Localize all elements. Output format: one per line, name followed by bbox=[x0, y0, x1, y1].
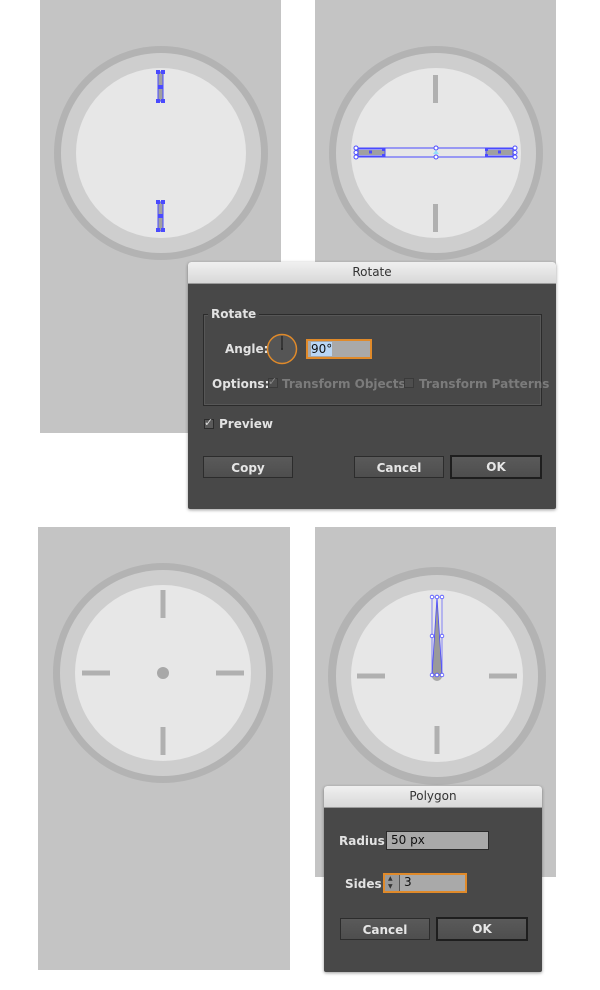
hour-marks-horizontal-selected[interactable] bbox=[353, 145, 518, 160]
transform-objects-label: Transform Objects bbox=[282, 377, 406, 391]
transform-patterns-checkbox[interactable] bbox=[404, 378, 414, 388]
angle-input-value: 90° bbox=[311, 342, 333, 356]
rotate-group bbox=[203, 314, 542, 406]
hour-mark-12 bbox=[160, 590, 166, 618]
hour-mark-9 bbox=[82, 670, 110, 676]
hour-mark-3 bbox=[489, 673, 517, 679]
polygon-cancel-button[interactable]: Cancel bbox=[340, 918, 430, 940]
angle-dial[interactable] bbox=[266, 333, 298, 365]
sides-value: 3 bbox=[404, 875, 412, 889]
hour-mark-3 bbox=[216, 670, 244, 676]
options-label: Options: bbox=[212, 377, 270, 391]
preview-label: Preview bbox=[219, 417, 274, 431]
clock-step-2 bbox=[329, 46, 543, 260]
clock-step-1 bbox=[54, 46, 268, 260]
transform-objects-check-icon: ✓ bbox=[268, 375, 278, 388]
hour-mark-6 bbox=[434, 726, 440, 754]
hour-mark-top bbox=[433, 75, 438, 103]
angle-input[interactable]: 90° bbox=[306, 339, 372, 359]
preview-check-icon: ✓ bbox=[204, 416, 214, 429]
ok-button[interactable]: OK bbox=[450, 455, 542, 479]
sides-label: Sides: bbox=[345, 877, 387, 891]
clock-hand-selected[interactable] bbox=[429, 594, 445, 678]
center-dot bbox=[157, 667, 169, 679]
radius-label: Radius: bbox=[339, 834, 390, 848]
polygon-ok-button[interactable]: OK bbox=[436, 917, 528, 941]
artboard-step-3 bbox=[38, 527, 290, 970]
hour-mark-bottom bbox=[433, 204, 438, 232]
polygon-dialog: Polygon Radius: 50 px Sides: ▲ ▼ 3 Cance… bbox=[324, 786, 542, 972]
hour-mark-6 bbox=[160, 727, 166, 755]
sides-stepper[interactable]: ▲ ▼ bbox=[385, 875, 400, 891]
clock-step-4 bbox=[328, 567, 546, 785]
sides-input[interactable]: ▲ ▼ 3 bbox=[383, 873, 467, 893]
rotate-group-label: Rotate bbox=[208, 307, 260, 321]
radius-input[interactable]: 50 px bbox=[386, 831, 489, 850]
cancel-button[interactable]: Cancel bbox=[354, 456, 444, 478]
transform-patterns-label: Transform Patterns bbox=[419, 377, 550, 391]
stepper-up-icon[interactable]: ▲ bbox=[388, 875, 393, 883]
angle-label: Angle: bbox=[225, 342, 269, 356]
rotate-dialog: Rotate Rotate Angle: 90° Options: ✓ Tran… bbox=[188, 262, 556, 509]
rotate-dialog-title: Rotate bbox=[188, 262, 556, 284]
stepper-down-icon[interactable]: ▼ bbox=[388, 883, 393, 891]
clock-step-3 bbox=[53, 563, 273, 783]
copy-button[interactable]: Copy bbox=[203, 456, 293, 478]
polygon-dialog-title: Polygon bbox=[324, 786, 542, 808]
hour-mark-9 bbox=[357, 673, 385, 679]
